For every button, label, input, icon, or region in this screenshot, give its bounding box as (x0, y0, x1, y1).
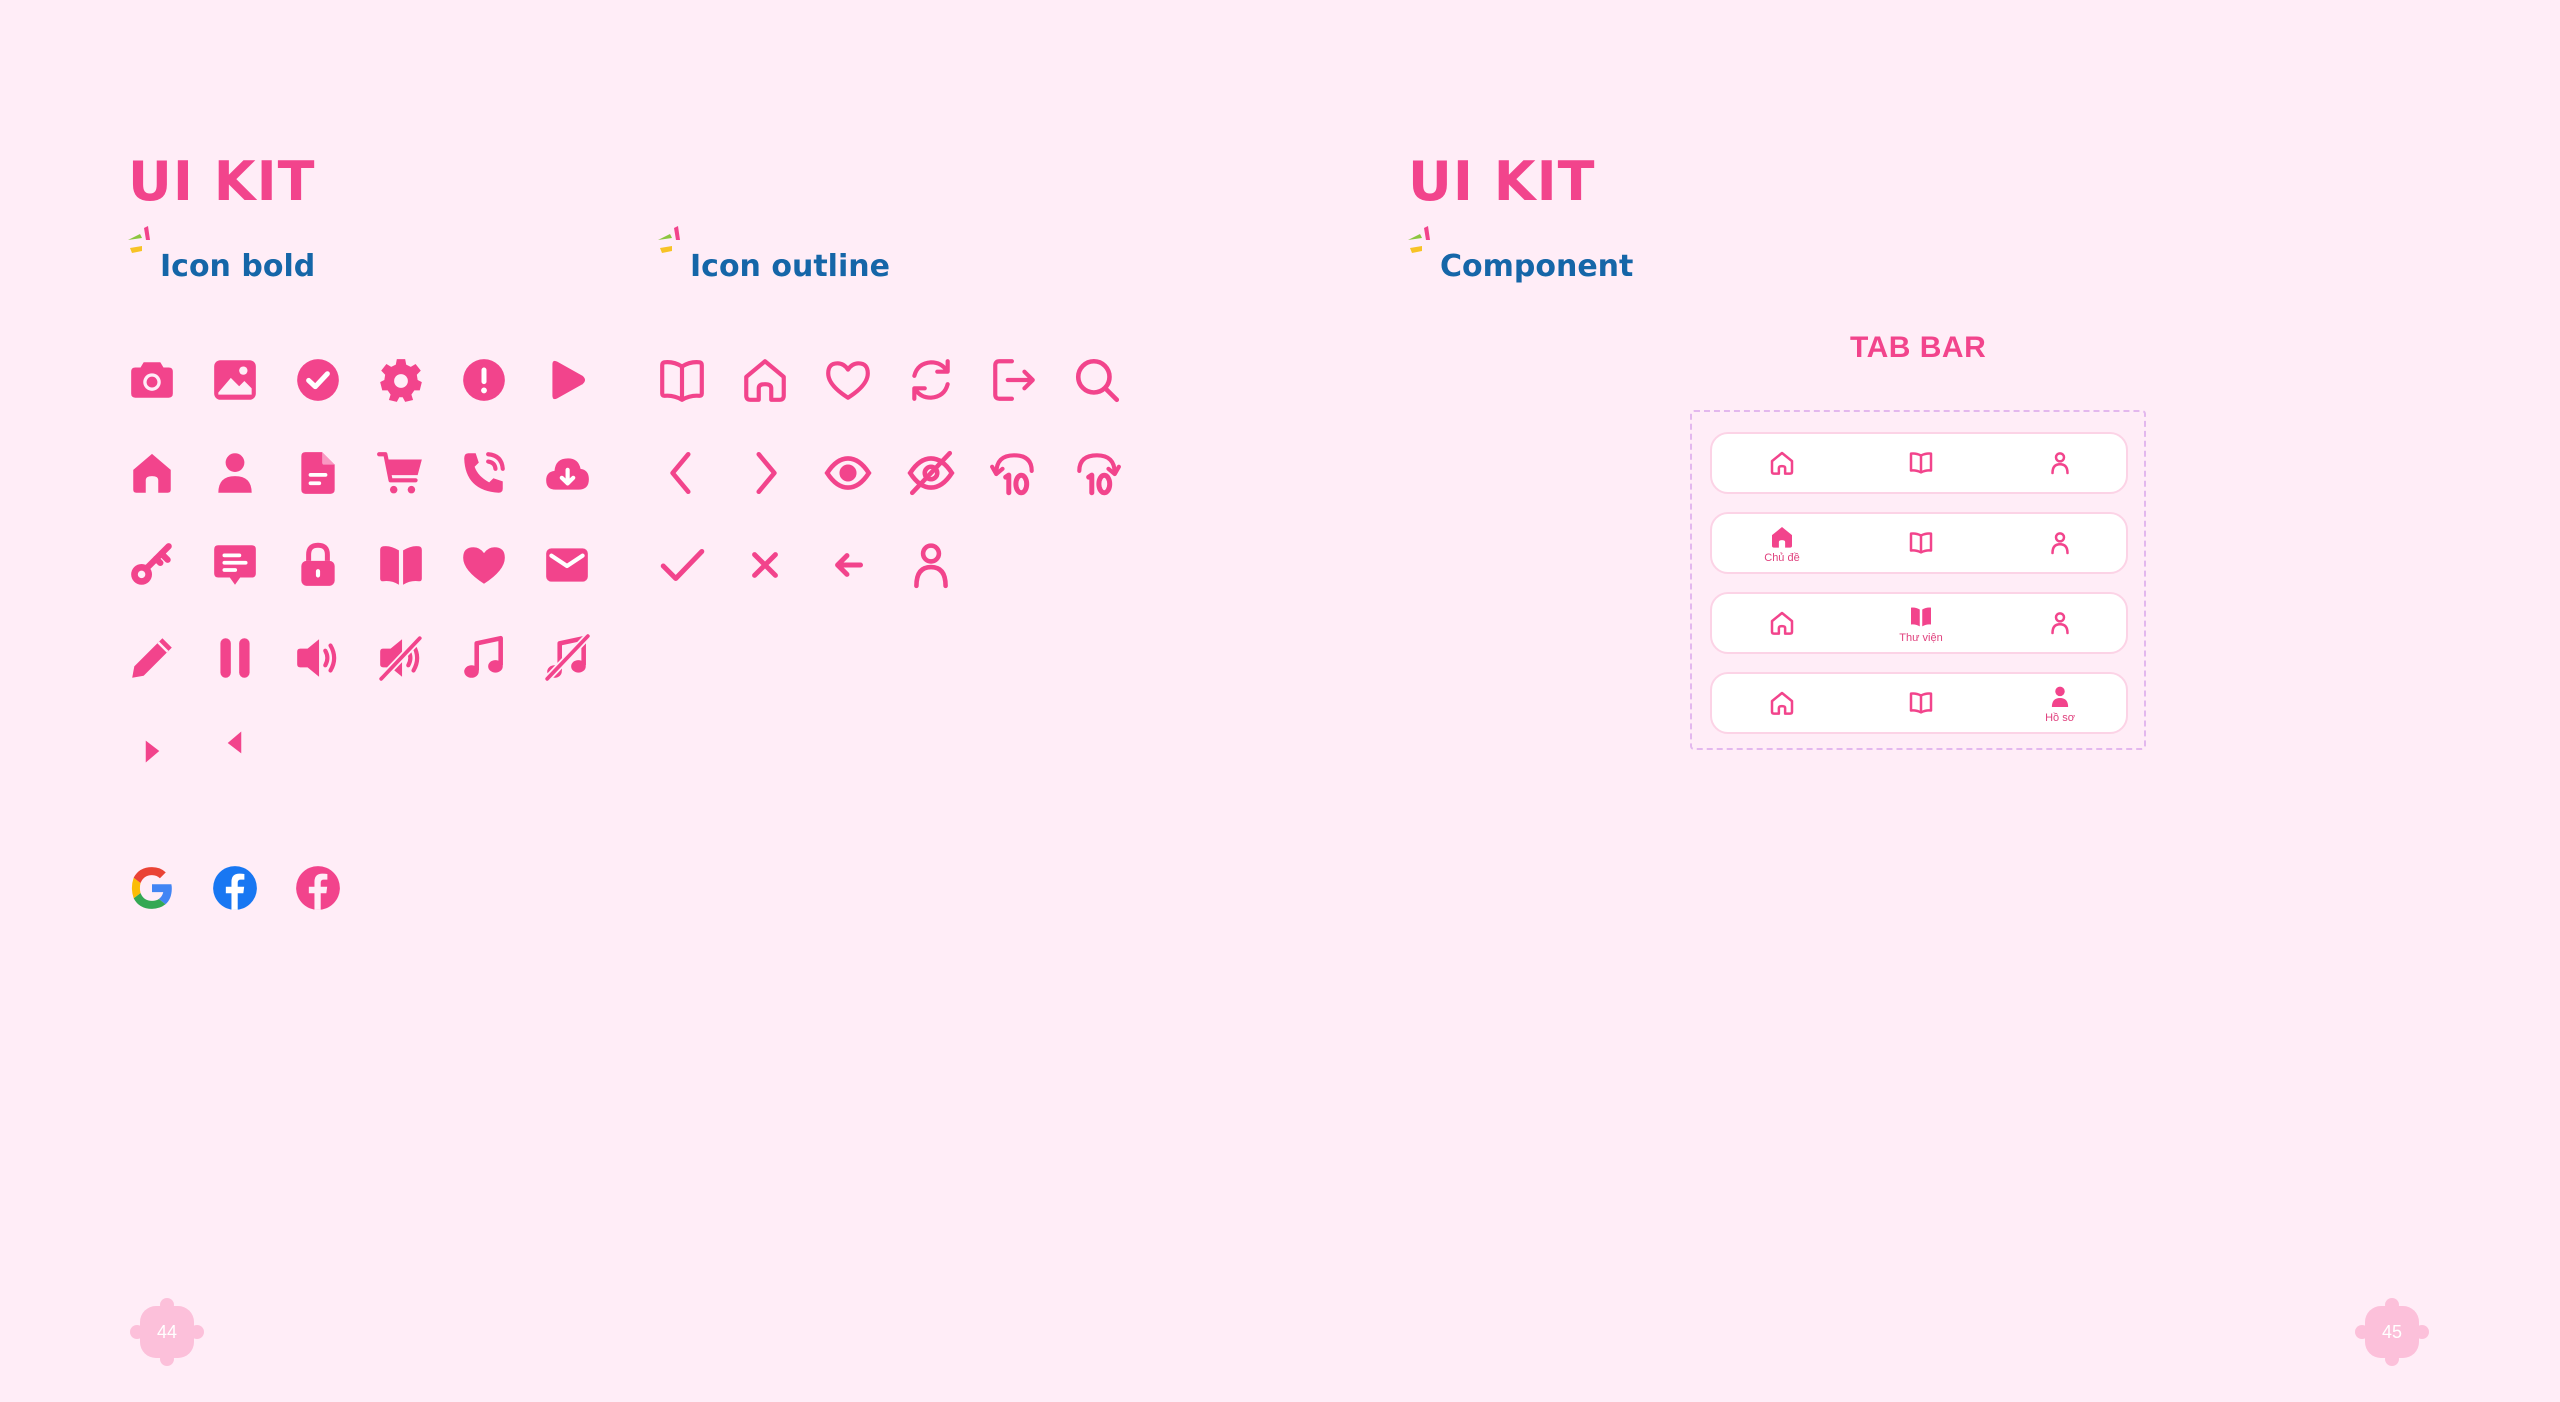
chevron-right-icon (740, 448, 790, 498)
volume-mute-icon (376, 633, 426, 683)
refresh-icon (906, 355, 956, 405)
section-heading-icon-outline: Icon outline (690, 249, 890, 284)
page-title-right: UI KIT (1408, 150, 1596, 213)
page-number-text: 45 (2381, 1321, 2403, 1342)
home-icon (1772, 527, 1792, 548)
arrow-left-icon (823, 540, 873, 590)
camera-icon (127, 355, 177, 405)
page-number-left: 44 (130, 1298, 204, 1366)
tab-bar-title: TAB BAR (1850, 331, 1987, 364)
chevron-left-icon (657, 448, 707, 498)
user-outline-icon (2051, 612, 2069, 635)
volume-icon (293, 633, 343, 683)
book-outline-icon (1909, 532, 1933, 554)
cloud-download-icon (542, 448, 592, 498)
eye-icon (823, 448, 873, 498)
tab-topics[interactable] (1752, 594, 1812, 652)
check-circle-icon (293, 355, 343, 405)
tab-label-topics: Chủ đề (1764, 552, 1800, 564)
tab-label-profile: Hồ sơ (2045, 712, 2075, 724)
forward-10-icon (1072, 448, 1122, 498)
tab-bar-topics-active: Chủ đề (1710, 512, 2128, 574)
lock-icon (293, 540, 343, 590)
google-icon (127, 863, 177, 913)
tab-bar-profile-active: Hồ sơ (1710, 672, 2128, 734)
user-outline-icon (2051, 452, 2069, 475)
tab-library[interactable] (1891, 674, 1951, 732)
caret-left-icon (210, 718, 260, 768)
tab-profile[interactable] (2030, 594, 2090, 652)
tab-topics[interactable] (1752, 674, 1812, 732)
tab-bar-default (1710, 432, 2128, 494)
tab-profile[interactable] (2030, 434, 2090, 492)
tab-library-active[interactable]: Thư viện (1891, 594, 1951, 652)
logout-icon (989, 355, 1039, 405)
book-icon (1911, 607, 1931, 627)
user-icon (210, 448, 260, 498)
heart-icon (459, 540, 509, 590)
sparkle-icon (658, 226, 680, 253)
tab-profile-active[interactable]: Hồ sơ (2030, 674, 2090, 732)
key-icon (127, 540, 177, 590)
gear-icon (376, 355, 426, 405)
home-outline-icon (1770, 451, 1794, 475)
document-icon (293, 448, 343, 498)
tab-topics[interactable] (1752, 434, 1812, 492)
mail-icon (542, 540, 592, 590)
page-title-left: UI KIT (128, 150, 316, 213)
home-outline-icon (740, 355, 790, 405)
tab-library[interactable] (1891, 434, 1951, 492)
facebook-icon (210, 863, 260, 913)
book-outline-icon (1909, 452, 1933, 474)
rewind-10-icon (989, 448, 1039, 498)
book-icon (376, 540, 426, 590)
page-number-right: 45 (2355, 1298, 2429, 1366)
caret-right-icon (127, 726, 177, 776)
music-off-icon (542, 633, 592, 683)
search-icon (1072, 355, 1122, 405)
tab-bar-variants-frame: Chủ đề Thư viện Hồ sơ (1690, 410, 2146, 750)
user-outline-icon (2051, 532, 2069, 555)
user-outline-icon (906, 540, 956, 590)
book-outline-icon (657, 355, 707, 405)
facebook-pink-icon (293, 863, 343, 913)
play-icon (542, 355, 592, 405)
pause-icon (210, 633, 260, 683)
user-icon (2051, 686, 2069, 707)
tab-bar-library-active: Thư viện (1710, 592, 2128, 654)
eye-off-icon (906, 448, 956, 498)
tab-library[interactable] (1891, 514, 1951, 572)
tab-profile[interactable] (2030, 514, 2090, 572)
image-icon (210, 355, 260, 405)
tab-topics-active[interactable]: Chủ đề (1752, 514, 1812, 572)
sparkle-icon (1408, 226, 1430, 253)
pencil-icon (127, 633, 177, 683)
sparkle-icon (128, 226, 150, 253)
page-number-text: 44 (156, 1321, 178, 1342)
section-heading-icon-bold: Icon bold (160, 249, 316, 284)
cart-icon (376, 448, 426, 498)
close-icon (740, 540, 790, 590)
message-icon (210, 540, 260, 590)
home-outline-icon (1770, 691, 1794, 715)
check-icon (657, 540, 707, 590)
phone-ringing-icon (459, 448, 509, 498)
book-outline-icon (1909, 692, 1933, 714)
home-outline-icon (1770, 611, 1794, 635)
music-icon (459, 633, 509, 683)
home-icon (127, 448, 177, 498)
section-heading-component: Component (1440, 249, 1634, 284)
alert-icon (459, 355, 509, 405)
tab-label-library: Thư viện (1899, 632, 1943, 644)
heart-outline-icon (823, 355, 873, 405)
